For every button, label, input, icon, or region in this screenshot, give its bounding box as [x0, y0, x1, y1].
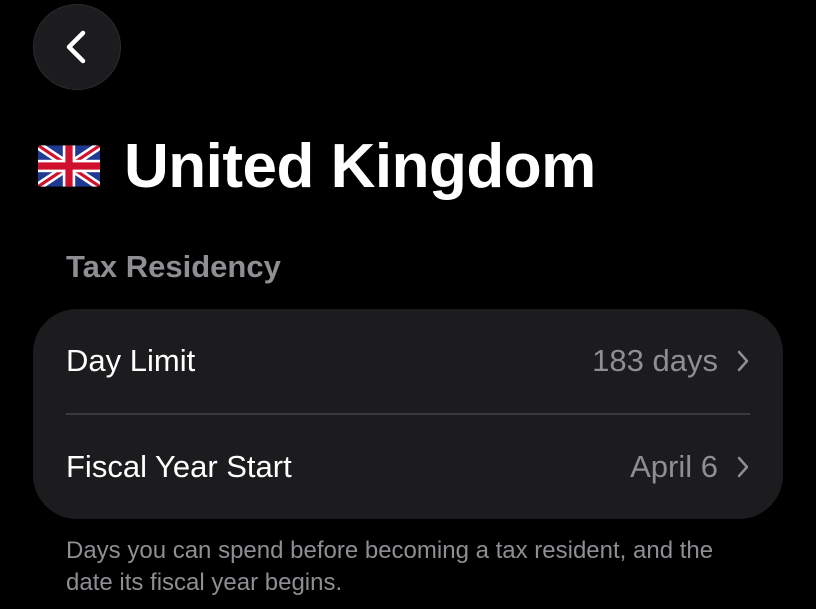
- day-limit-row[interactable]: Day Limit 183 days: [33, 309, 783, 413]
- chevron-left-icon: [66, 30, 86, 64]
- chevron-right-icon: [737, 456, 749, 478]
- fiscal-year-start-label: Fiscal Year Start: [66, 449, 292, 484]
- section-footer-note: Days you can spend before becoming a tax…: [66, 537, 714, 596]
- uk-flag-icon: [38, 145, 100, 187]
- page-title: United Kingdom: [124, 131, 596, 201]
- fiscal-year-start-value: April 6: [630, 449, 718, 484]
- day-limit-value-group: 183 days: [592, 343, 750, 379]
- title-row: United Kingdom: [38, 128, 596, 204]
- section-header: Tax Residency: [66, 249, 281, 284]
- chevron-right-icon: [737, 350, 749, 372]
- day-limit-label: Day Limit: [66, 343, 196, 378]
- fiscal-year-start-value-group: April 6: [630, 449, 750, 485]
- back-button[interactable]: [33, 4, 121, 90]
- settings-card: Day Limit 183 days Fiscal Year Start Apr…: [33, 309, 783, 519]
- fiscal-year-start-row[interactable]: Fiscal Year Start April 6: [33, 415, 783, 519]
- day-limit-value: 183 days: [592, 343, 718, 378]
